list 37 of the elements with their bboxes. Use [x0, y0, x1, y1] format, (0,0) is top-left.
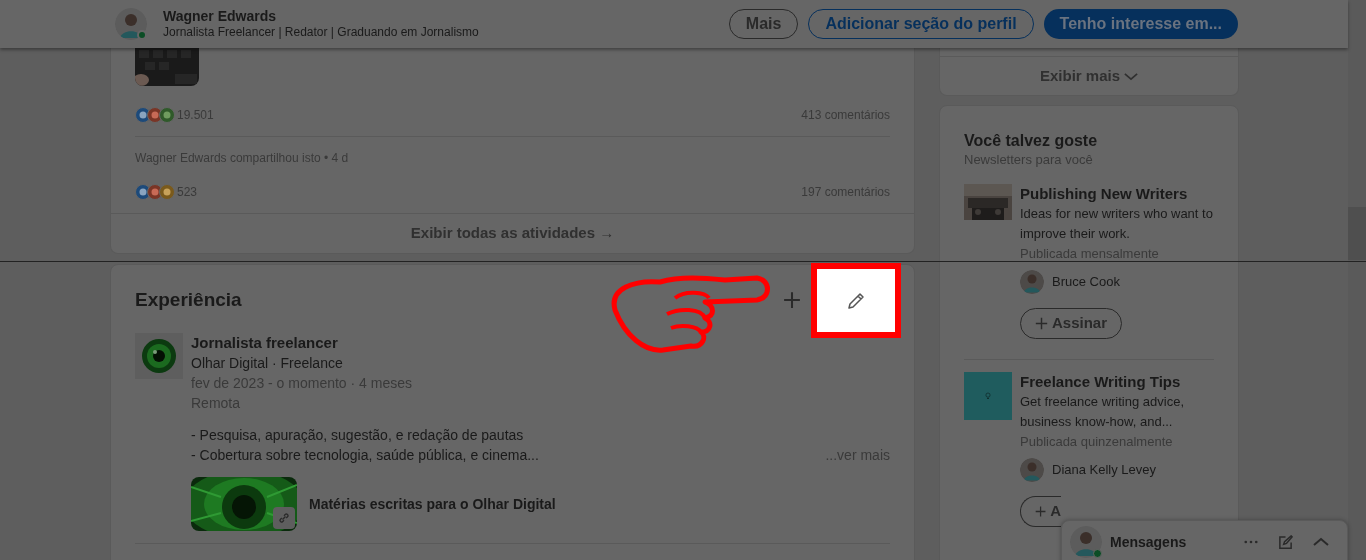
link-icon	[273, 507, 295, 529]
card-title: Você talvez goste	[964, 131, 1099, 151]
job-description-line: - Pesquisa, apuração, sugestão, e redação de pautas	[191, 426, 525, 445]
profile-action-button[interactable]: Tenho interesse em...	[1043, 9, 1238, 39]
plus-icon	[783, 291, 801, 309]
compose-icon[interactable]	[1278, 534, 1293, 550]
newsletter-title[interactable]: Publishing New Writers	[1020, 184, 1214, 204]
newsletter-description: Ideas for new writers who want to improve their work.	[1020, 205, 1214, 243]
avatar	[1020, 270, 1044, 294]
support-reaction-icon	[159, 107, 175, 123]
newsletter-description: Get freelance writing advice, business know-how, and...	[1020, 393, 1186, 431]
subscribe-button[interactable]: A	[1020, 496, 1061, 527]
author-name[interactable]: Diana Kelly Levey	[1052, 460, 1157, 480]
profile-name: Wagner Edwards	[163, 7, 278, 26]
profile-headline: Jornalista Freelancer | Redator | Graduando em Jornalismo	[163, 25, 479, 41]
plus-icon	[1035, 317, 1048, 330]
avatar	[1020, 458, 1044, 482]
more-options-icon[interactable]	[1244, 540, 1258, 544]
media-title[interactable]: Matérias escritas para o Olhar Digital	[309, 493, 556, 515]
author-name[interactable]: Bruce Cook	[1052, 272, 1120, 292]
avatar	[1070, 526, 1102, 558]
edit-button[interactable]	[811, 263, 901, 338]
pencil-icon	[846, 290, 866, 311]
messaging-panel[interactable]: Mensagens	[1061, 520, 1348, 560]
lightbulb-icon	[985, 392, 991, 400]
messaging-title: Mensagens	[1110, 532, 1187, 552]
chevron-up-icon[interactable]	[1313, 537, 1329, 547]
job-description-line: - Cobertura sobre tecnologia, saúde pública, e cinema...	[191, 446, 539, 465]
newsletter-title[interactable]: Freelance Writing Tips	[1020, 372, 1214, 392]
chevron-down-icon	[1124, 71, 1138, 81]
scrollbar-thumb[interactable]	[1348, 207, 1366, 260]
avatar	[115, 8, 147, 40]
plus-icon	[1035, 505, 1047, 518]
company-name: Olhar Digital · Freelance	[191, 354, 344, 373]
insight-reaction-icon	[159, 184, 175, 200]
section-title: Experiência	[135, 287, 242, 312]
job-title: Jornalista freelancer	[191, 333, 339, 353]
